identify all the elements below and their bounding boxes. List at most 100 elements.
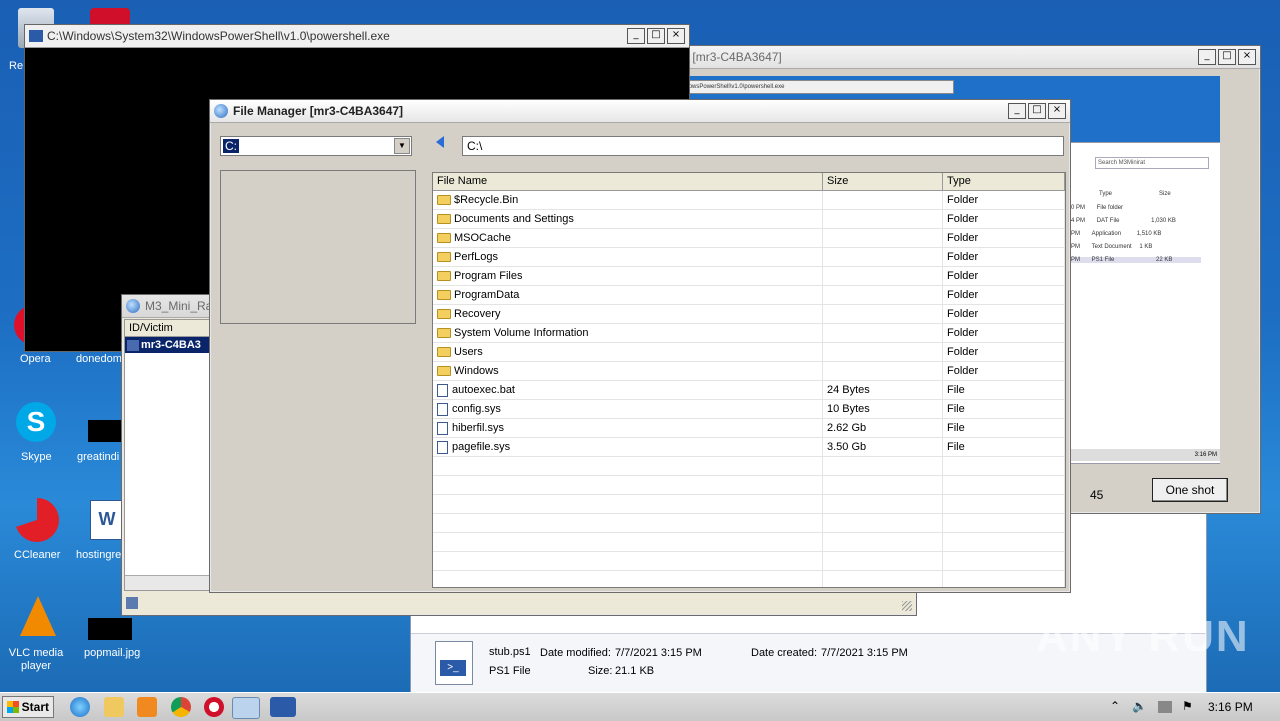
file-row[interactable]: autoexec.bat 24 Bytes File <box>433 381 1065 400</box>
file-type: File <box>943 381 1065 399</box>
volume-icon[interactable]: 🔈 <box>1132 699 1147 713</box>
empty-cell <box>943 457 1065 475</box>
file-icon <box>437 383 448 397</box>
vlc-icon[interactable] <box>20 596 56 636</box>
drive-select[interactable]: C: ▼ <box>220 136 412 156</box>
file-name: Program Files <box>454 270 523 282</box>
column-type[interactable]: Type <box>943 173 1065 190</box>
file-name: MSOCache <box>454 232 511 244</box>
column-size[interactable]: Size <box>823 173 943 190</box>
word-document-icon[interactable]: W <box>90 500 124 540</box>
maximize-button[interactable]: □ <box>1028 103 1046 119</box>
file-name: Documents and Settings <box>454 213 574 225</box>
windows-logo-icon <box>7 701 19 713</box>
horizontal-scrollbar[interactable] <box>125 575 211 590</box>
start-button[interactable]: Start <box>2 696 54 718</box>
victim-row[interactable]: mr3-C4BA3 <box>125 337 211 353</box>
preview-col-type: Type <box>1099 191 1113 197</box>
file-row[interactable]: ProgramData Folder <box>433 286 1065 305</box>
file-name: Windows <box>454 365 499 377</box>
file-row[interactable]: $Recycle.Bin Folder <box>433 191 1065 210</box>
close-button[interactable]: × <box>1048 103 1066 119</box>
details-modified-label: Date modified: <box>540 647 611 659</box>
folder-tree[interactable] <box>220 170 416 324</box>
desktop-icon-label: Opera <box>20 353 51 365</box>
action-center-flag-icon[interactable]: ⚑ <box>1182 699 1193 713</box>
file-row[interactable]: PerfLogs Folder <box>433 248 1065 267</box>
file-size: 24 Bytes <box>823 381 943 399</box>
screenshot-titlebar[interactable]: Screen Shot [mr3-C4BA3647] _ □ × <box>600 46 1260 69</box>
path-input[interactable]: C:\ <box>462 136 1064 156</box>
minimize-button[interactable]: _ <box>627 28 645 44</box>
window-title: Screen Shot [mr3-C4BA3647] <box>623 50 782 64</box>
close-button[interactable]: × <box>667 28 685 44</box>
back-arrow-icon[interactable] <box>436 136 444 148</box>
internet-explorer-icon[interactable] <box>70 697 90 717</box>
status-icon[interactable] <box>126 597 138 609</box>
preview-row: PM Text Document 1 KB <box>1071 244 1153 250</box>
desktop-icon-label: popmail.jpg <box>84 647 141 659</box>
taskbar: Start ⌃ 🔈 ⚑ 3:16 PM <box>0 692 1280 721</box>
file-row[interactable]: hiberfil.sys 2.62 Gb File <box>433 419 1065 438</box>
victim-list[interactable]: ID/Victim mr3-C4BA3 <box>124 319 212 591</box>
file-size <box>823 362 943 380</box>
file-size <box>823 191 943 209</box>
tray-arrow-icon[interactable]: ⌃ <box>1110 699 1120 713</box>
file-row[interactable]: Users Folder <box>433 343 1065 362</box>
file-icon <box>437 421 448 435</box>
file-row[interactable]: config.sys 10 Bytes File <box>433 400 1065 419</box>
maximize-button[interactable]: □ <box>1218 49 1236 65</box>
file-type: Folder <box>943 210 1065 228</box>
file-row[interactable]: pagefile.sys 3.50 Gb File <box>433 438 1065 457</box>
file-size <box>823 305 943 323</box>
ccleaner-icon[interactable] <box>15 498 59 542</box>
chevron-down-icon[interactable]: ▼ <box>394 138 410 154</box>
one-shot-button[interactable]: One shot <box>1152 478 1228 502</box>
skype-icon[interactable]: S <box>16 402 56 442</box>
file-manager-window[interactable]: File Manager [mr3-C4BA3647] _ □ × C: ▼ C… <box>209 99 1071 593</box>
powershell-titlebar[interactable]: C:\Windows\System32\WindowsPowerShell\v1… <box>25 25 689 48</box>
empty-cell <box>943 533 1065 551</box>
black-image-icon[interactable] <box>88 618 132 640</box>
column-file-name[interactable]: File Name <box>433 173 823 190</box>
file-row[interactable]: Recovery Folder <box>433 305 1065 324</box>
file-type: Folder <box>943 229 1065 247</box>
file-row[interactable]: Program Files Folder <box>433 267 1065 286</box>
network-icon[interactable] <box>1158 701 1172 713</box>
file-manager-titlebar[interactable]: File Manager [mr3-C4BA3647] _ □ × <box>210 100 1070 123</box>
media-player-icon[interactable] <box>137 697 157 717</box>
opera-icon[interactable] <box>204 697 224 717</box>
empty-row <box>433 533 1065 552</box>
minimize-button[interactable]: _ <box>1008 103 1026 119</box>
close-button[interactable]: × <box>1238 49 1256 65</box>
file-type: File <box>943 438 1065 456</box>
file-row[interactable]: Documents and Settings Folder <box>433 210 1065 229</box>
app-globe-icon <box>214 104 228 118</box>
folder-icon <box>437 252 451 263</box>
victim-column-header[interactable]: ID/Victim <box>125 320 211 337</box>
clock[interactable]: 3:16 PM <box>1208 700 1253 714</box>
minimize-button[interactable]: _ <box>1198 49 1216 65</box>
file-row[interactable]: Windows Folder <box>433 362 1065 381</box>
file-name: pagefile.sys <box>452 441 511 453</box>
file-row[interactable]: System Volume Information Folder <box>433 324 1065 343</box>
empty-cell <box>943 514 1065 532</box>
folder-icon <box>437 309 451 320</box>
drive-selected: C: <box>223 139 239 153</box>
file-manager-task-icon[interactable] <box>232 697 260 719</box>
preview-row: PM PS1 File 22 KB <box>1071 257 1201 263</box>
chrome-icon[interactable] <box>171 697 191 717</box>
window-title: File Manager [mr3-C4BA3647] <box>233 104 404 118</box>
powershell-task-icon[interactable] <box>270 697 296 717</box>
maximize-button[interactable]: □ <box>647 28 665 44</box>
file-row[interactable]: MSOCache Folder <box>433 229 1065 248</box>
file-type: Folder <box>943 362 1065 380</box>
file-size <box>823 286 943 304</box>
empty-row <box>433 552 1065 571</box>
resize-grip-icon[interactable] <box>902 601 912 611</box>
desktop-icon-label: VLC media player <box>8 647 64 672</box>
details-size-label: Size: <box>588 665 613 677</box>
file-explorer-icon[interactable] <box>104 697 124 717</box>
file-list[interactable]: File Name Size Type $Recycle.Bin Folder Do… <box>432 172 1066 588</box>
details-file-name: stub.ps1 <box>489 646 531 658</box>
